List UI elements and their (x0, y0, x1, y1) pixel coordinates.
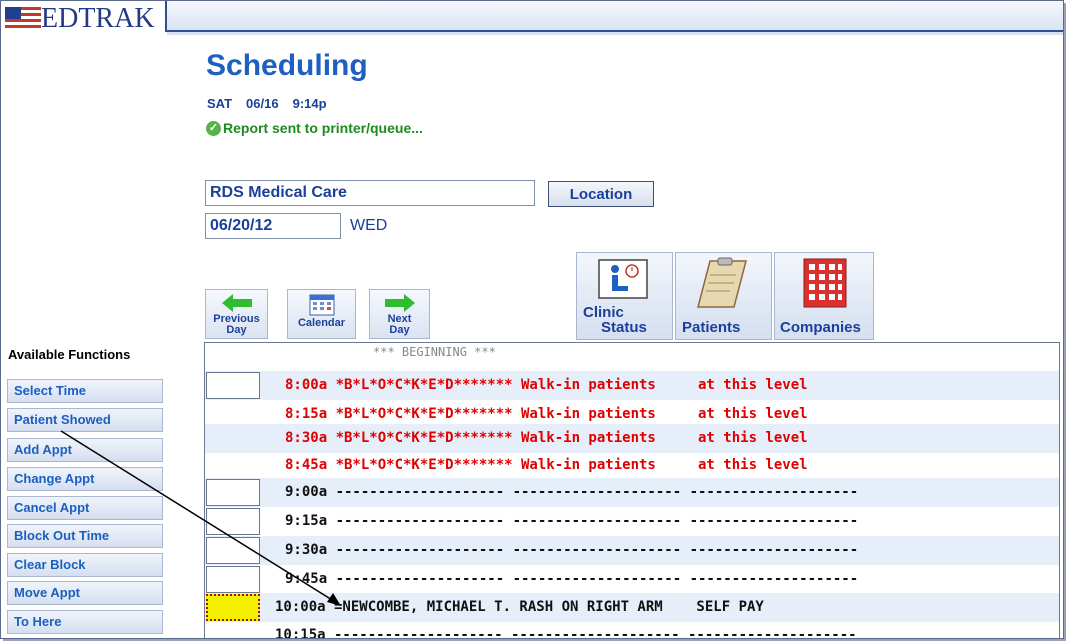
next-label-2: Day (389, 324, 410, 336)
schedule-beginning-label: *** BEGINNING *** (373, 345, 496, 359)
schedule-row[interactable]: 8:30a *B*L*O*C*K*E*D******* Walk-in pati… (205, 424, 1059, 453)
clinic-status-icon (598, 259, 648, 299)
schedule-row[interactable]: 9:45a -------------------- -------------… (205, 565, 1059, 594)
schedule-row-text: 9:00a -------------------- -------------… (285, 484, 859, 500)
clinic-label: Clinic (583, 304, 624, 321)
schedule-row-text: 9:15a -------------------- -------------… (285, 513, 859, 529)
patient-showed-button[interactable]: Patient Showed (7, 408, 163, 432)
schedule-weekday: WED (350, 217, 388, 234)
select-time-button[interactable]: Select Time (7, 379, 163, 403)
schedule-row[interactable]: 9:30a -------------------- -------------… (205, 536, 1059, 565)
calendar-icon (309, 294, 334, 316)
clipboard-icon (697, 257, 747, 308)
time-slot-checkbox[interactable] (206, 479, 260, 506)
flag-icon (5, 7, 41, 29)
schedule-row[interactable]: 8:00a *B*L*O*C*K*E*D******* Walk-in pati… (205, 371, 1059, 400)
patients-button[interactable]: Patients (675, 252, 772, 340)
status-text: Report sent to printer/queue... (223, 120, 423, 136)
right-arrow-icon (384, 294, 415, 312)
header-rule (167, 30, 1063, 32)
schedule-row-text: 8:30a *B*L*O*C*K*E*D******* Walk-in pati… (285, 430, 808, 446)
to-here-button[interactable]: To Here (7, 610, 163, 634)
companies-button[interactable]: Companies (774, 252, 874, 340)
schedule-row-text: 8:00a *B*L*O*C*K*E*D******* Walk-in pati… (285, 377, 808, 393)
schedule-row-text: 8:15a *B*L*O*C*K*E*D******* Walk-in pati… (285, 406, 808, 422)
block-out-time-button[interactable]: Block Out Time (7, 524, 163, 548)
logo-text: EDTRAK (41, 3, 155, 34)
logo: EDTRAK (1, 1, 167, 35)
cancel-appt-button[interactable]: Cancel Appt (7, 496, 163, 520)
schedule-row-text: 10:00a =NEWCOMBE, MICHAEL T. RASH ON RIG… (275, 599, 764, 615)
schedule-row[interactable]: 10:15a -------------------- ------------… (205, 621, 1059, 639)
status-label: Status (601, 319, 647, 336)
time-slot-checkbox-selected[interactable] (206, 594, 260, 621)
add-appt-button[interactable]: Add Appt (7, 438, 163, 462)
patients-label: Patients (682, 319, 741, 336)
schedule-row-text: 8:45a *B*L*O*C*K*E*D******* Walk-in pati… (285, 457, 808, 473)
schedule-row[interactable]: 8:45a *B*L*O*C*K*E*D******* Walk-in pati… (205, 451, 1059, 480)
building-icon (803, 258, 847, 308)
schedule-row[interactable]: 9:15a -------------------- -------------… (205, 507, 1059, 536)
previous-day-button[interactable]: Previous Day (205, 289, 268, 339)
calendar-label: Calendar (297, 317, 346, 329)
logo-divider (165, 1, 167, 32)
schedule-list[interactable]: *** BEGINNING *** 8:00a *B*L*O*C*K*E*D**… (204, 342, 1060, 639)
status-message: ✓ Report sent to printer/queue... (206, 120, 423, 136)
previous-label-2: Day (226, 324, 247, 336)
page-title: Scheduling (206, 49, 368, 82)
app-window: EDTRAK Scheduling SAT 06/16 9:14p ✓ Report… (0, 0, 1064, 639)
schedule-row-text: 9:30a -------------------- -------------… (285, 542, 859, 558)
clear-block-button[interactable]: Clear Block (7, 553, 163, 577)
next-day-button[interactable]: Next Day (369, 289, 430, 339)
calendar-button[interactable]: Calendar (287, 289, 356, 339)
change-appt-button[interactable]: Change Appt (7, 467, 163, 491)
current-date: 06/16 (246, 96, 279, 111)
schedule-row-text: 10:15a -------------------- ------------… (275, 627, 857, 639)
schedule-row-selected[interactable]: 10:00a =NEWCOMBE, MICHAEL T. RASH ON RIG… (205, 593, 1059, 622)
clinic-status-button[interactable]: Clinic Status (576, 252, 673, 340)
left-arrow-icon (221, 294, 252, 312)
current-time: 9:14p (292, 96, 327, 111)
companies-label: Companies (780, 319, 861, 336)
current-datetime: SAT 06/16 9:14p (207, 96, 341, 111)
move-appt-button[interactable]: Move Appt (7, 581, 163, 605)
check-icon: ✓ (206, 120, 221, 136)
current-day: SAT (207, 96, 233, 111)
clinic-status-label: Clinic Status (583, 305, 647, 335)
functions-title: Available Functions (8, 347, 131, 362)
time-slot-checkbox[interactable] (206, 537, 260, 564)
location-button[interactable]: Location (548, 181, 654, 207)
time-slot-checkbox[interactable] (206, 372, 260, 399)
time-slot-checkbox[interactable] (206, 566, 260, 593)
schedule-row-text: 9:45a -------------------- -------------… (285, 571, 859, 587)
schedule-row[interactable]: 9:00a -------------------- -------------… (205, 478, 1059, 507)
location-input[interactable] (205, 180, 535, 206)
time-slot-checkbox[interactable] (206, 508, 260, 535)
schedule-date-input[interactable] (205, 213, 341, 239)
